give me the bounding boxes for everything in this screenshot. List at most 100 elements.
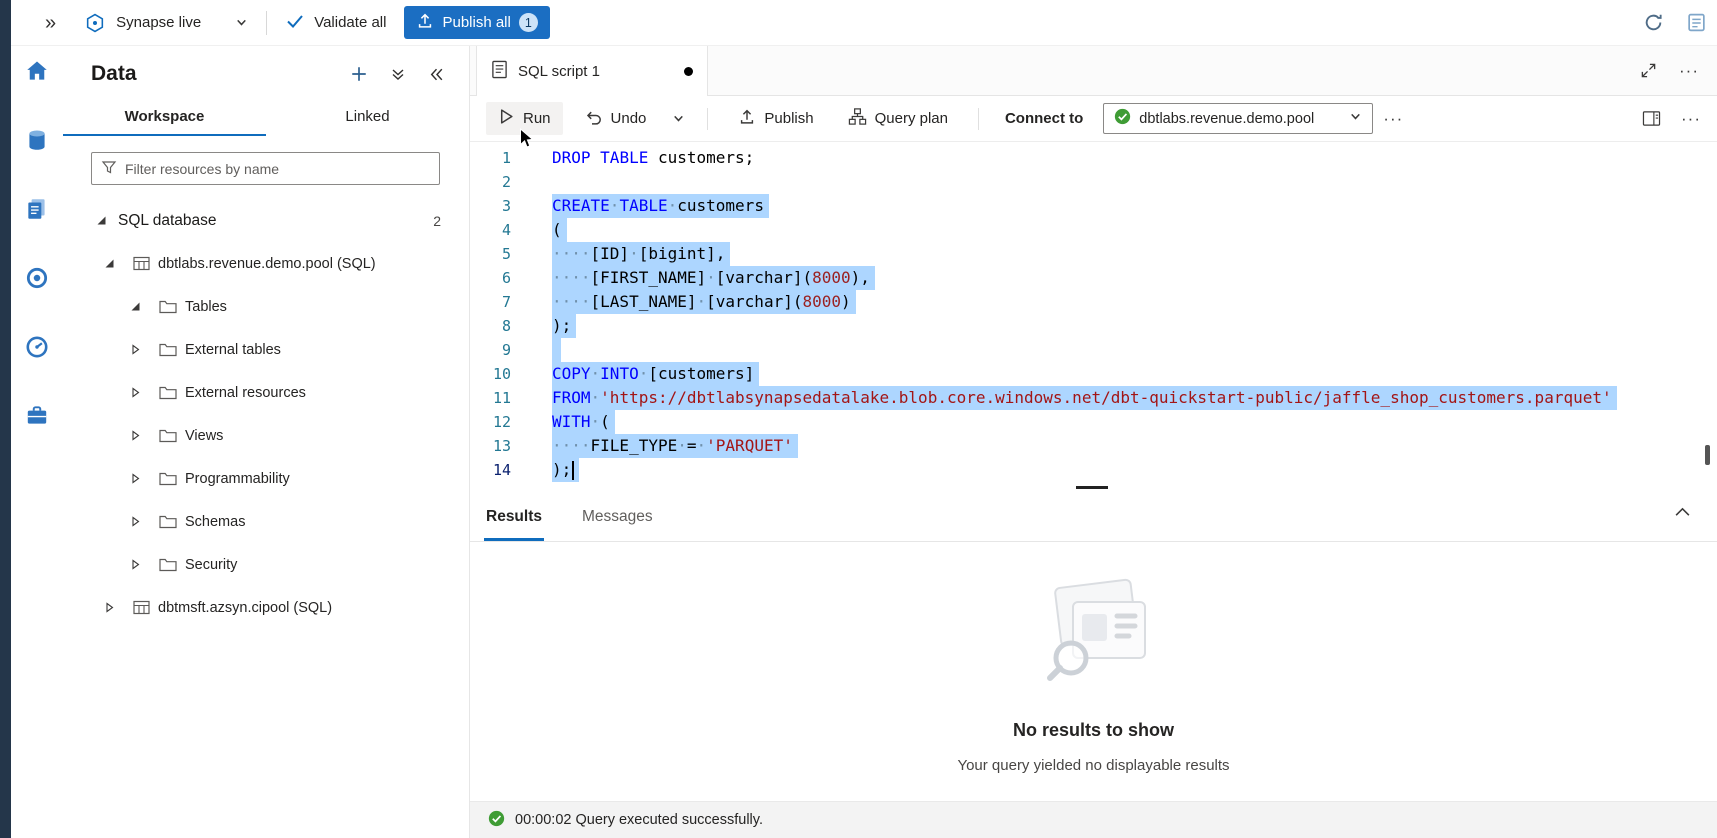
script-properties-icon[interactable] bbox=[1640, 108, 1663, 129]
data-panel-header: Data bbox=[63, 62, 469, 86]
home-icon[interactable] bbox=[22, 56, 52, 86]
chevron-down-icon[interactable] bbox=[235, 16, 248, 29]
data-panel: Data Workspace Li bbox=[63, 46, 470, 838]
tree-item-programmability[interactable]: Programmability bbox=[63, 457, 469, 500]
tabbar-right-actions: ··· bbox=[1638, 46, 1717, 95]
undo-button[interactable]: Undo bbox=[573, 102, 659, 136]
tree-expanded-icon[interactable] bbox=[96, 215, 110, 226]
tree-collapsed-icon[interactable] bbox=[130, 344, 144, 355]
toolbar-divider bbox=[707, 108, 708, 130]
left-edge-strip bbox=[0, 0, 11, 838]
line-number: 12 bbox=[470, 410, 532, 434]
code-line-14[interactable]: 14); bbox=[470, 458, 1717, 482]
validate-all-button[interactable]: Validate all bbox=[285, 11, 386, 35]
data-panel-title: Data bbox=[91, 62, 137, 86]
tree-collapsed-icon[interactable] bbox=[130, 559, 144, 570]
tree-collapsed-icon[interactable] bbox=[130, 516, 144, 527]
tree-item-tables[interactable]: Tables bbox=[63, 285, 469, 328]
tab-more-icon[interactable]: ··· bbox=[1679, 62, 1699, 79]
hub-nav-rail bbox=[11, 46, 63, 838]
code-line-12[interactable]: 12 WITH·( bbox=[470, 410, 1717, 434]
code-line-2[interactable]: 2 bbox=[470, 170, 1717, 194]
toolbar-more-icon[interactable]: ··· bbox=[1383, 110, 1403, 127]
manage-icon[interactable] bbox=[22, 401, 52, 431]
toolbar-overflow-icon[interactable]: ··· bbox=[1681, 110, 1701, 127]
code-line-13[interactable]: 13····FILE_TYPE·=·'PARQUET' bbox=[470, 434, 1717, 458]
code-text: ····[FIRST_NAME]·[varchar](8000), bbox=[552, 266, 875, 290]
line-number: 13 bbox=[470, 434, 532, 458]
tree-item-security[interactable]: Security bbox=[63, 543, 469, 586]
upload-icon bbox=[416, 12, 434, 34]
line-number: 10 bbox=[470, 362, 532, 386]
tree-collapsed-icon[interactable] bbox=[130, 387, 144, 398]
code-line-11[interactable]: 11FROM·'https://dbtlabsynapsedatalake.bl… bbox=[470, 386, 1717, 410]
tree-item-external-resources[interactable]: External resources bbox=[63, 371, 469, 414]
tab-sql-script-1[interactable]: SQL script 1 bbox=[476, 46, 708, 96]
tree-collapsed-icon[interactable] bbox=[104, 602, 118, 613]
tree-expanded-icon[interactable] bbox=[104, 258, 118, 269]
sql-code-editor[interactable]: 1DROP TABLE customers;23CREATE·TABLE·cus… bbox=[470, 142, 1717, 489]
collapse-all-icon[interactable] bbox=[388, 64, 408, 84]
tree-expanded-icon[interactable] bbox=[130, 301, 144, 312]
integrate-icon[interactable] bbox=[22, 263, 52, 293]
line-number: 14 bbox=[470, 458, 532, 482]
code-line-8[interactable]: 8); bbox=[470, 314, 1717, 338]
app-main: » Synapse live Validate all bbox=[11, 0, 1717, 838]
code-line-5[interactable]: 5····[ID]·[bigint], bbox=[470, 242, 1717, 266]
code-line-9[interactable]: 9 bbox=[470, 338, 1717, 362]
data-icon[interactable] bbox=[22, 125, 52, 155]
expand-editor-icon[interactable] bbox=[1638, 60, 1659, 81]
expand-nav-icon[interactable]: » bbox=[45, 13, 56, 33]
success-check-icon bbox=[488, 810, 505, 831]
run-button[interactable]: Run bbox=[486, 102, 563, 135]
tab-workspace[interactable]: Workspace bbox=[63, 98, 266, 136]
undo-dropdown-chevron-icon[interactable] bbox=[668, 106, 689, 131]
validate-check-icon bbox=[285, 11, 305, 35]
pool-dropdown-chevron-icon bbox=[1349, 110, 1362, 127]
code-line-1[interactable]: 1DROP TABLE customers; bbox=[470, 146, 1717, 170]
tree-item-dbtmsft-azsyn-cipool-sql[interactable]: dbtmsft.azsyn.cipool (SQL) bbox=[63, 586, 469, 629]
tree-item-dbtlabs-revenue-demo-pool-sql[interactable]: dbtlabs.revenue.demo.pool (SQL) bbox=[63, 242, 469, 285]
tree-item-sql-database[interactable]: SQL database2 bbox=[63, 199, 469, 242]
code-line-10[interactable]: 10COPY·INTO·[customers] bbox=[470, 362, 1717, 386]
code-line-7[interactable]: 7····[LAST_NAME]·[varchar](8000) bbox=[470, 290, 1717, 314]
tree-collapsed-icon[interactable] bbox=[130, 430, 144, 441]
develop-icon[interactable] bbox=[22, 194, 52, 224]
code-line-3[interactable]: 3CREATE·TABLE·customers bbox=[470, 194, 1717, 218]
editor-scrollbar-thumb[interactable] bbox=[1705, 445, 1710, 465]
tree-item-schemas[interactable]: Schemas bbox=[63, 500, 469, 543]
folder-icon bbox=[159, 514, 177, 529]
collapse-panel-icon[interactable] bbox=[426, 64, 447, 85]
collapse-results-chevron-icon[interactable] bbox=[1672, 504, 1693, 519]
code-text bbox=[552, 338, 561, 362]
add-resource-icon[interactable] bbox=[348, 63, 370, 85]
publish-all-label: Publish all bbox=[442, 14, 510, 31]
filter-funnel-icon bbox=[101, 159, 117, 179]
publish-all-button[interactable]: Publish all 1 bbox=[404, 6, 549, 39]
mode-switcher[interactable]: Synapse live bbox=[82, 10, 248, 36]
query-plan-button[interactable]: Query plan bbox=[836, 101, 960, 136]
code-line-6[interactable]: 6····[FIRST_NAME]·[varchar](8000), bbox=[470, 266, 1717, 290]
code-line-4[interactable]: 4( bbox=[470, 218, 1717, 242]
tab-results[interactable]: Results bbox=[484, 508, 544, 541]
publish-count-badge: 1 bbox=[519, 13, 538, 32]
connect-to-pool-select[interactable]: dbtlabs.revenue.demo.pool bbox=[1103, 103, 1373, 134]
publish-button[interactable]: Publish bbox=[726, 102, 825, 136]
tree-item-views[interactable]: Views bbox=[63, 414, 469, 457]
filter-resources-input[interactable] bbox=[125, 161, 430, 177]
notifications-list-icon[interactable] bbox=[1684, 10, 1709, 35]
query-plan-icon bbox=[848, 107, 867, 130]
tree-item-external-tables[interactable]: External tables bbox=[63, 328, 469, 371]
code-text: ····[LAST_NAME]·[varchar](8000) bbox=[552, 290, 856, 314]
item-count-badge: 2 bbox=[433, 213, 441, 229]
tab-linked[interactable]: Linked bbox=[266, 98, 469, 136]
no-results-subtitle: Your query yielded no displayable result… bbox=[957, 757, 1229, 774]
monitor-icon[interactable] bbox=[22, 332, 52, 362]
panel-resize-handle[interactable] bbox=[1076, 486, 1108, 489]
code-text: WITH·( bbox=[552, 410, 615, 434]
pool-icon bbox=[133, 600, 150, 615]
refresh-icon[interactable] bbox=[1641, 10, 1666, 35]
tree-item-label: Views bbox=[185, 428, 223, 444]
tree-collapsed-icon[interactable] bbox=[130, 473, 144, 484]
tab-messages[interactable]: Messages bbox=[580, 508, 655, 541]
